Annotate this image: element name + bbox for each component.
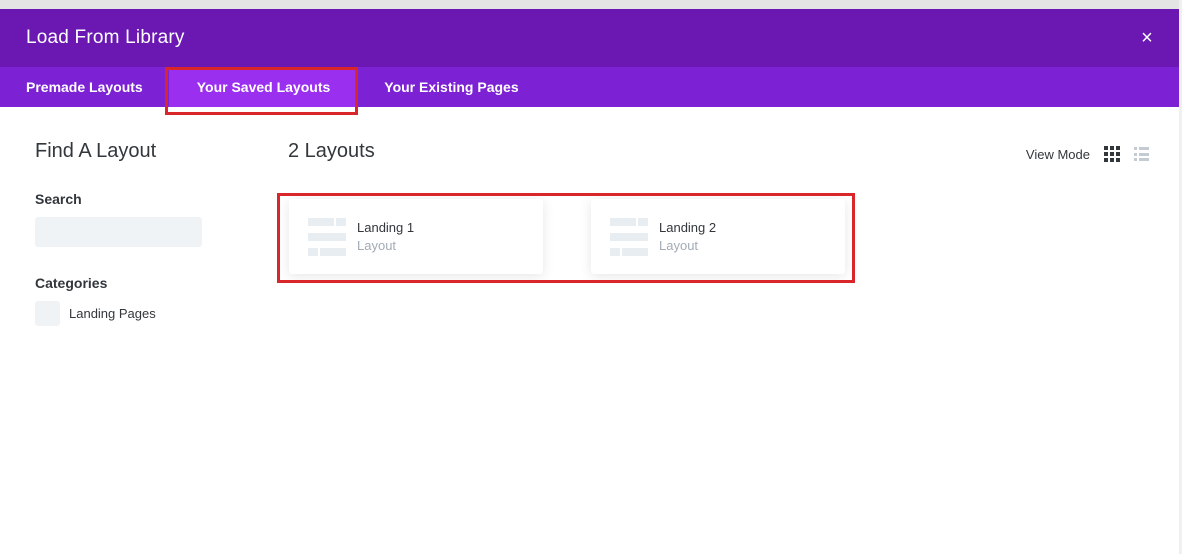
modal-header: Load From Library × xyxy=(0,9,1179,67)
layout-thumbnail-icon xyxy=(308,217,346,256)
tab-your-saved-layouts[interactable]: Your Saved Layouts xyxy=(168,67,359,107)
layouts-count-title: 2 Layouts xyxy=(288,140,375,162)
layout-thumbnail-icon xyxy=(610,217,648,256)
view-mode-label: View Mode xyxy=(1025,146,1090,162)
modal-title: Load From Library xyxy=(26,27,185,48)
browser-top-strip xyxy=(0,0,1182,9)
layout-card-landing-1[interactable]: Landing 1 Layout xyxy=(289,199,543,274)
layout-card-landing-2[interactable]: Landing 2 Layout xyxy=(591,199,845,274)
close-icon[interactable]: × xyxy=(1135,26,1159,50)
view-mode: View Mode xyxy=(1026,146,1150,162)
categories-label: Categories xyxy=(35,275,108,291)
sidebar-title: Find A Layout xyxy=(35,140,157,162)
grid-view-icon[interactable] xyxy=(1104,146,1120,162)
category-label: Landing Pages xyxy=(69,306,156,321)
search-label: Search xyxy=(35,191,82,207)
category-checkbox[interactable] xyxy=(35,301,60,326)
layout-type: Layout xyxy=(659,238,699,253)
layout-name: Landing 2 xyxy=(659,220,717,235)
library-tabs: Premade Layouts Your Saved Layouts Your … xyxy=(0,67,1179,107)
tab-your-existing-pages[interactable]: Your Existing Pages xyxy=(358,67,544,107)
category-landing-pages[interactable]: Landing Pages xyxy=(35,301,215,326)
list-view-icon[interactable] xyxy=(1134,146,1150,162)
tab-premade-layouts[interactable]: Premade Layouts xyxy=(0,67,169,107)
search-input[interactable] xyxy=(35,217,202,247)
layout-name: Landing 1 xyxy=(357,220,415,235)
layout-type: Layout xyxy=(357,238,397,253)
sidebar: Find A Layout Search Categories Landing … xyxy=(35,140,215,326)
